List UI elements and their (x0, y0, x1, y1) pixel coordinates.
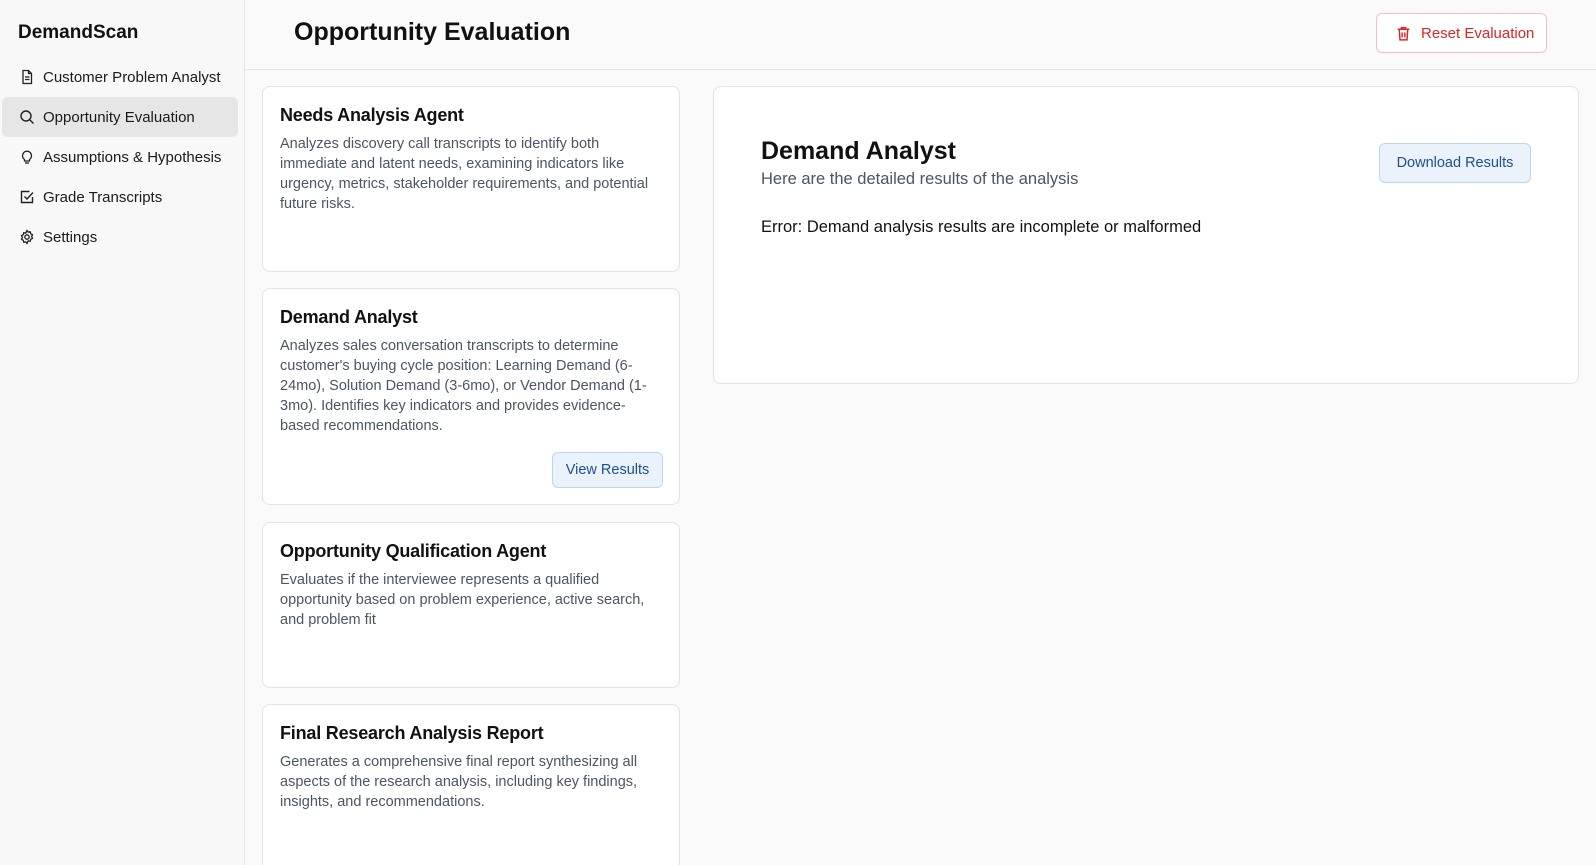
gear-icon (19, 229, 35, 245)
document-icon (19, 69, 35, 85)
sidebar-item-label: Grade Transcripts (43, 188, 163, 206)
agent-card-title: Opportunity Qualification Agent (280, 541, 547, 561)
agent-card-description: Generates a comprehensive final report s… (280, 754, 638, 810)
result-title: Demand Analyst (761, 137, 956, 165)
agent-card-title: Final Research Analysis Report (280, 723, 544, 743)
header: Opportunity Evaluation Reset Evaluation (245, 0, 1596, 70)
sidebar-item-label: Settings (43, 228, 98, 246)
sidebar-item-assumptions-hypothesis[interactable]: Assumptions & Hypothesis (2, 137, 238, 177)
sidebar-item-customer-problem-analyst[interactable]: Customer Problem Analyst (2, 57, 238, 97)
agent-card-title: Demand Analyst (280, 307, 418, 327)
agent-card-description: Analyzes discovery call transcripts to i… (280, 136, 649, 212)
sidebar-item-settings[interactable]: Settings (2, 217, 238, 257)
agent-card-opportunity-qualification: Opportunity Qualification Agent Evaluate… (262, 522, 680, 688)
agent-card-needs-analysis: Needs Analysis Agent Analyzes discovery … (262, 86, 680, 272)
check-square-icon (19, 189, 35, 205)
lightbulb-icon (19, 149, 35, 165)
agent-card-description: Evaluates if the interviewee represents … (280, 572, 645, 628)
search-icon (19, 109, 35, 125)
result-panel: Demand Analyst Here are the detailed res… (713, 86, 1579, 384)
download-results-button[interactable]: Download Results (1379, 143, 1531, 183)
agent-card-description: Analyzes sales conversation transcripts … (280, 338, 647, 434)
sidebar-item-label: Assumptions & Hypothesis (43, 148, 222, 166)
sidebar-item-grade-transcripts[interactable]: Grade Transcripts (2, 177, 238, 217)
brand-name: DemandScan (18, 22, 139, 43)
sidebar-nav: Customer Problem Analyst Opportunity Eva… (2, 57, 238, 257)
agent-card-demand-analyst: Demand Analyst Analyzes sales conversati… (262, 288, 680, 505)
agent-card-final-report: Final Research Analysis Report Generates… (262, 704, 680, 865)
result-subtitle: Here are the detailed results of the ana… (761, 170, 1079, 188)
agent-card-title: Needs Analysis Agent (280, 105, 464, 125)
sidebar: DemandScan Customer Problem Analyst Oppo… (0, 0, 245, 865)
view-results-button[interactable]: View Results (552, 452, 663, 488)
reset-evaluation-label: Reset Evaluation (1421, 24, 1535, 42)
sidebar-item-label: Customer Problem Analyst (43, 68, 221, 86)
page-title: Opportunity Evaluation (294, 18, 571, 46)
error-message: Error: Demand analysis results are incom… (761, 218, 1202, 236)
sidebar-item-opportunity-evaluation[interactable]: Opportunity Evaluation (2, 97, 238, 137)
reset-evaluation-button[interactable]: Reset Evaluation (1376, 13, 1547, 53)
trash-icon (1397, 26, 1410, 41)
sidebar-item-label: Opportunity Evaluation (43, 108, 195, 126)
